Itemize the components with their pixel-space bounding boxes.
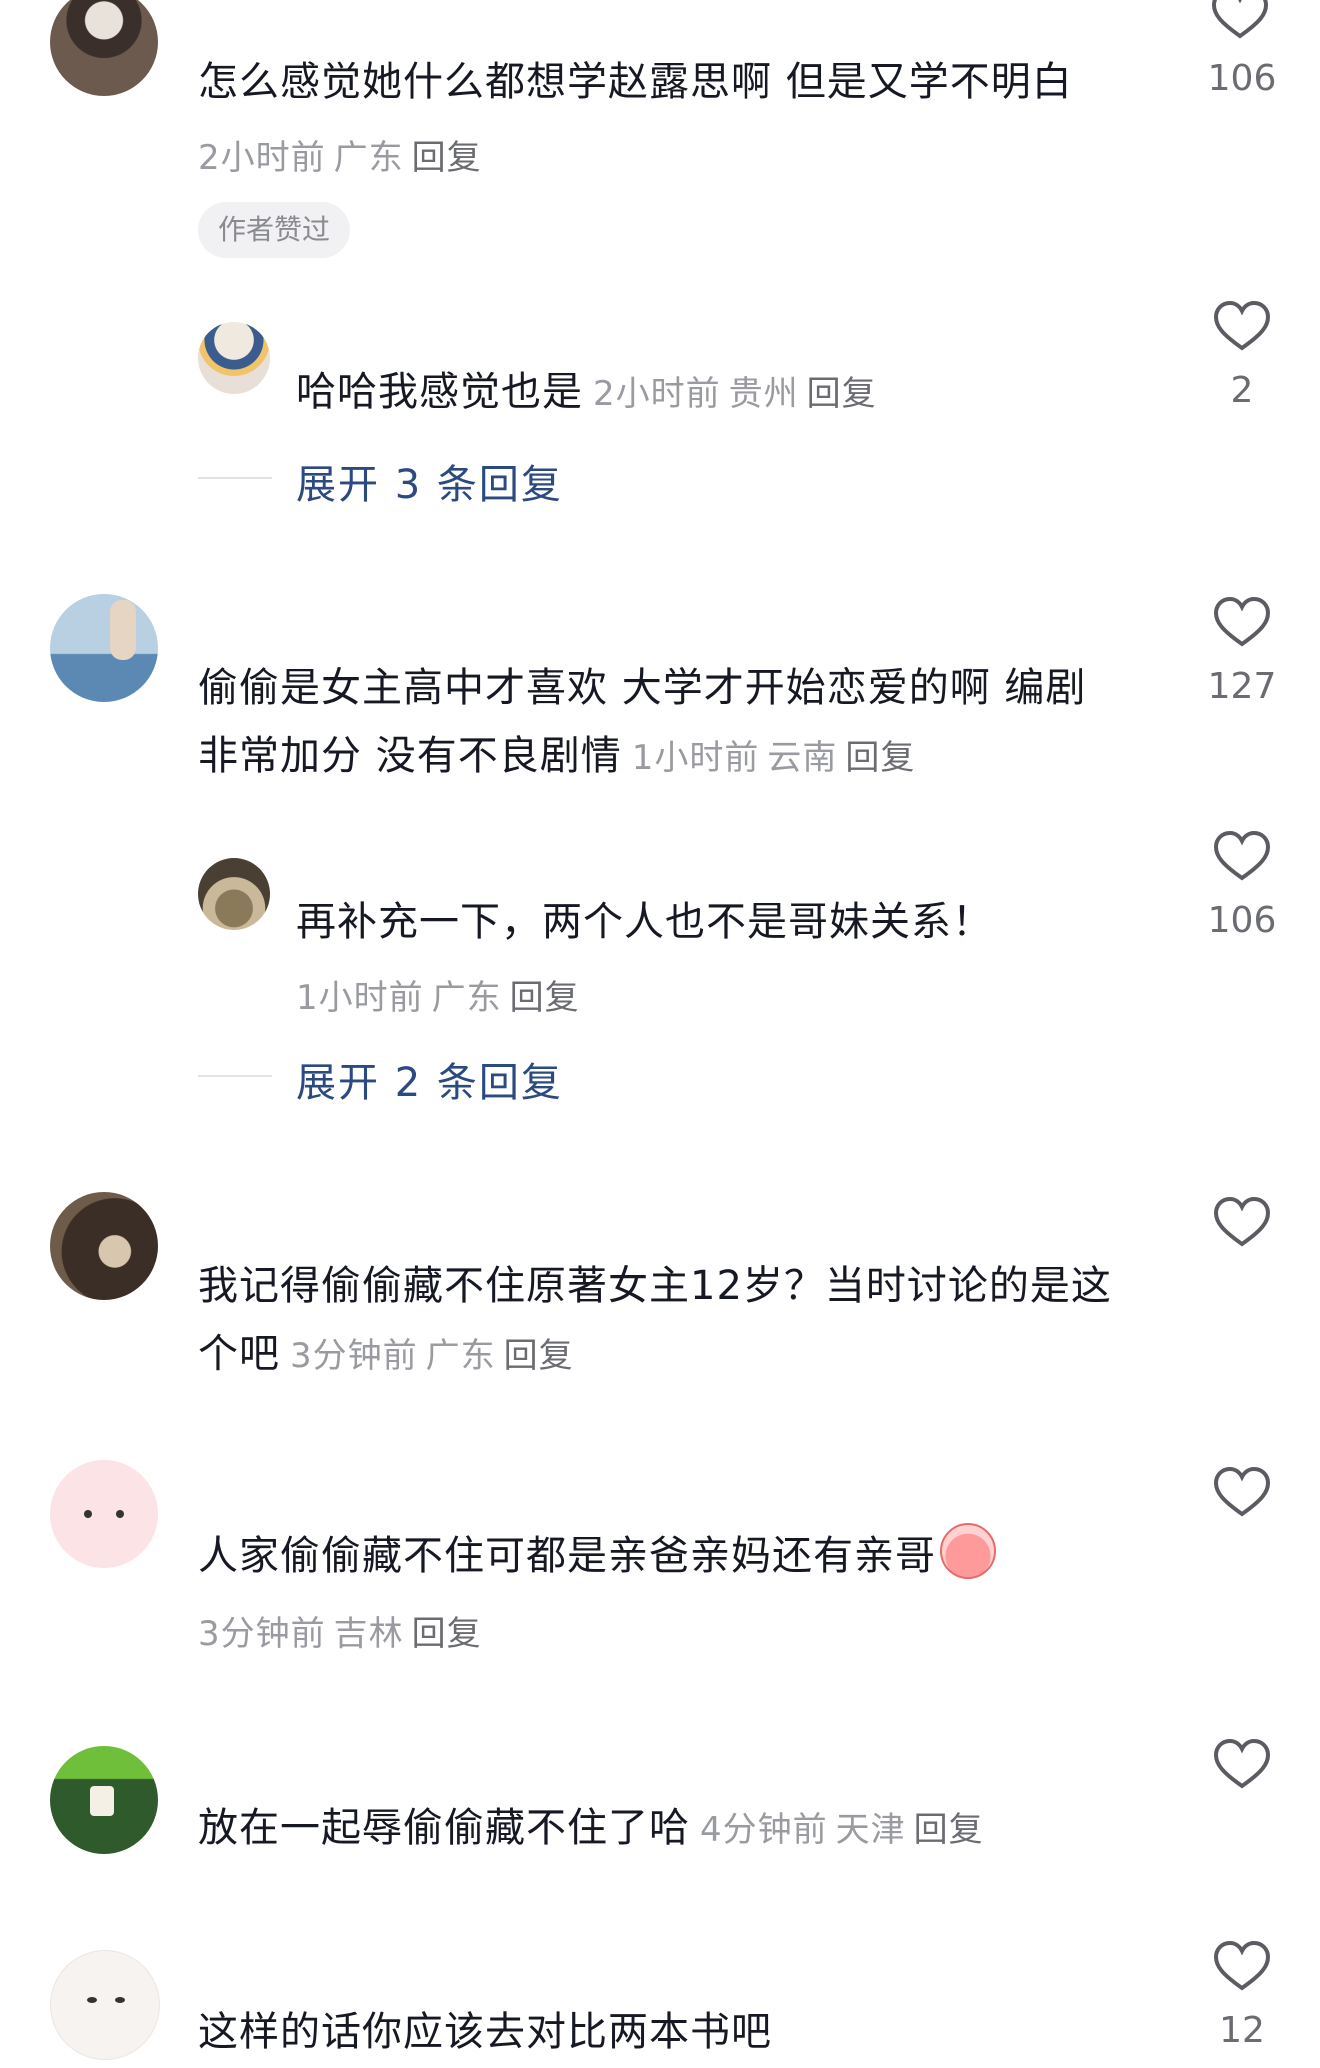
comment-text: 非常加分 没有不良剧情 [198, 733, 622, 779]
reply-button[interactable]: 回复 [412, 1614, 482, 1654]
comment-text: 个吧 [198, 1331, 280, 1377]
like-count: 12 [1219, 2010, 1265, 2051]
avatar-eye-left [87, 1997, 97, 2003]
reply-text: 哈哈我感觉也是 [296, 369, 583, 415]
like-count: 127 [1207, 666, 1277, 707]
comment-text: 人家偷偷藏不住可都是亲爸亲妈还有亲哥 [198, 1533, 936, 1579]
reply-button[interactable]: 回复 [807, 374, 877, 414]
seaside-figure [110, 600, 136, 660]
expand-divider [198, 477, 272, 479]
hand-photo-avatar[interactable] [50, 1192, 158, 1300]
comment-time: 3分钟前 [198, 1614, 326, 1654]
like-heart-top-icon[interactable] [1210, 0, 1270, 44]
comment-text-line-1: 我记得偷偷藏不住原著女主12岁？当时讨论的是这 [198, 1263, 1112, 1309]
comment-time: 1小时前 [631, 738, 760, 778]
like-heart-icon[interactable] [1210, 596, 1274, 648]
like-count: 106 [1207, 58, 1277, 99]
reply-button[interactable]: 回复 [504, 1336, 574, 1376]
avatar-eye-left [84, 1510, 92, 1518]
comment-time: 3分钟前 [290, 1336, 418, 1376]
reply-text-line: 哈哈我感觉也是 2小时前 贵州 回复 [296, 358, 877, 428]
cartoon-face-avatar[interactable] [50, 1950, 160, 2060]
pink-cartoon-avatar[interactable] [50, 1460, 158, 1568]
expand-replies-button[interactable]: 展开 3 条回复 [296, 452, 563, 510]
comment-meta: 2小时前 广东 回复 [198, 130, 482, 179]
comment-text-line-2: 非常加分 没有不良剧情 1小时前 云南 回复 [198, 722, 915, 792]
author-liked-badge: 作者赞过 [198, 202, 351, 258]
reply-button[interactable]: 回复 [412, 138, 482, 178]
comment-text-line-1: 偷偷是女主高中才喜欢 大学才开始恋爱的啊 编剧 [198, 665, 1087, 711]
user-photo-avatar[interactable] [50, 0, 158, 96]
like-heart-icon[interactable] [1210, 1466, 1274, 1518]
reply-button[interactable]: 回复 [914, 1810, 984, 1850]
comment-time: 4分钟前 [700, 1810, 828, 1850]
reply-time: 1小时前 [296, 978, 424, 1018]
user-photo-avatar[interactable] [198, 858, 270, 930]
mahjong-tile [90, 1786, 114, 1816]
comment-time: 2小时前 [198, 138, 326, 178]
like-count: 106 [1207, 900, 1277, 941]
like-heart-icon[interactable] [1210, 300, 1274, 352]
reply-meta: 1小时前 广东 回复 [296, 970, 580, 1019]
expand-replies-button[interactable]: 展开 2 条回复 [296, 1050, 563, 1108]
comment-location: 吉林 [333, 1614, 404, 1654]
reply-location: 贵州 [728, 374, 799, 414]
comment-location: 天津 [835, 1810, 906, 1850]
reply-button[interactable]: 回复 [510, 978, 580, 1018]
comment-meta: 3分钟前 广东 回复 [290, 1336, 574, 1376]
comment-text-line: 人家偷偷藏不住可都是亲爸亲妈还有亲哥 [198, 1522, 996, 1590]
like-heart-icon[interactable] [1210, 1196, 1274, 1248]
like-heart-icon[interactable] [1210, 1738, 1274, 1790]
comment-meta: 4分钟前 天津 回复 [700, 1810, 984, 1850]
comment-text: 放在一起辱偷偷藏不住了哈 [198, 1805, 690, 1851]
comment-text: 这样的话你应该去对比两本书吧 [198, 2009, 772, 2055]
reply-time: 2小时前 [593, 374, 721, 414]
like-heart-icon[interactable] [1210, 830, 1274, 882]
comment-location: 广东 [333, 138, 404, 178]
reply-button[interactable]: 回复 [845, 738, 915, 778]
reply-location: 广东 [431, 978, 502, 1018]
comment-meta: 3分钟前 吉林 回复 [198, 1606, 482, 1655]
avatar-eye-right [116, 1510, 124, 1518]
doll-avatar[interactable] [198, 322, 270, 394]
comment-text-line-2: 个吧 3分钟前 广东 回复 [198, 1320, 574, 1390]
expand-divider [198, 1075, 272, 1077]
comment-text-line: 放在一起辱偷偷藏不住了哈 4分钟前 天津 回复 [198, 1794, 984, 1864]
reply-text: 再补充一下，两个人也不是哥妹关系！ [296, 899, 993, 945]
reply-meta: 2小时前 贵州 回复 [593, 374, 877, 414]
comment-location: 广东 [425, 1336, 496, 1376]
avatar-eye-right [115, 1997, 125, 2003]
crying-face-emoji [940, 1523, 996, 1579]
comment-meta: 1小时前 云南 回复 [632, 738, 916, 778]
comment-text: 怎么感觉她什么都想学赵露思啊 但是又学不明白 [198, 59, 1073, 105]
like-count: 2 [1230, 370, 1254, 411]
comment-location: 云南 [767, 738, 838, 778]
like-heart-icon[interactable] [1210, 1940, 1274, 1992]
mahjong-avatar[interactable] [50, 1746, 158, 1854]
seaside-photo-avatar[interactable] [50, 594, 158, 702]
